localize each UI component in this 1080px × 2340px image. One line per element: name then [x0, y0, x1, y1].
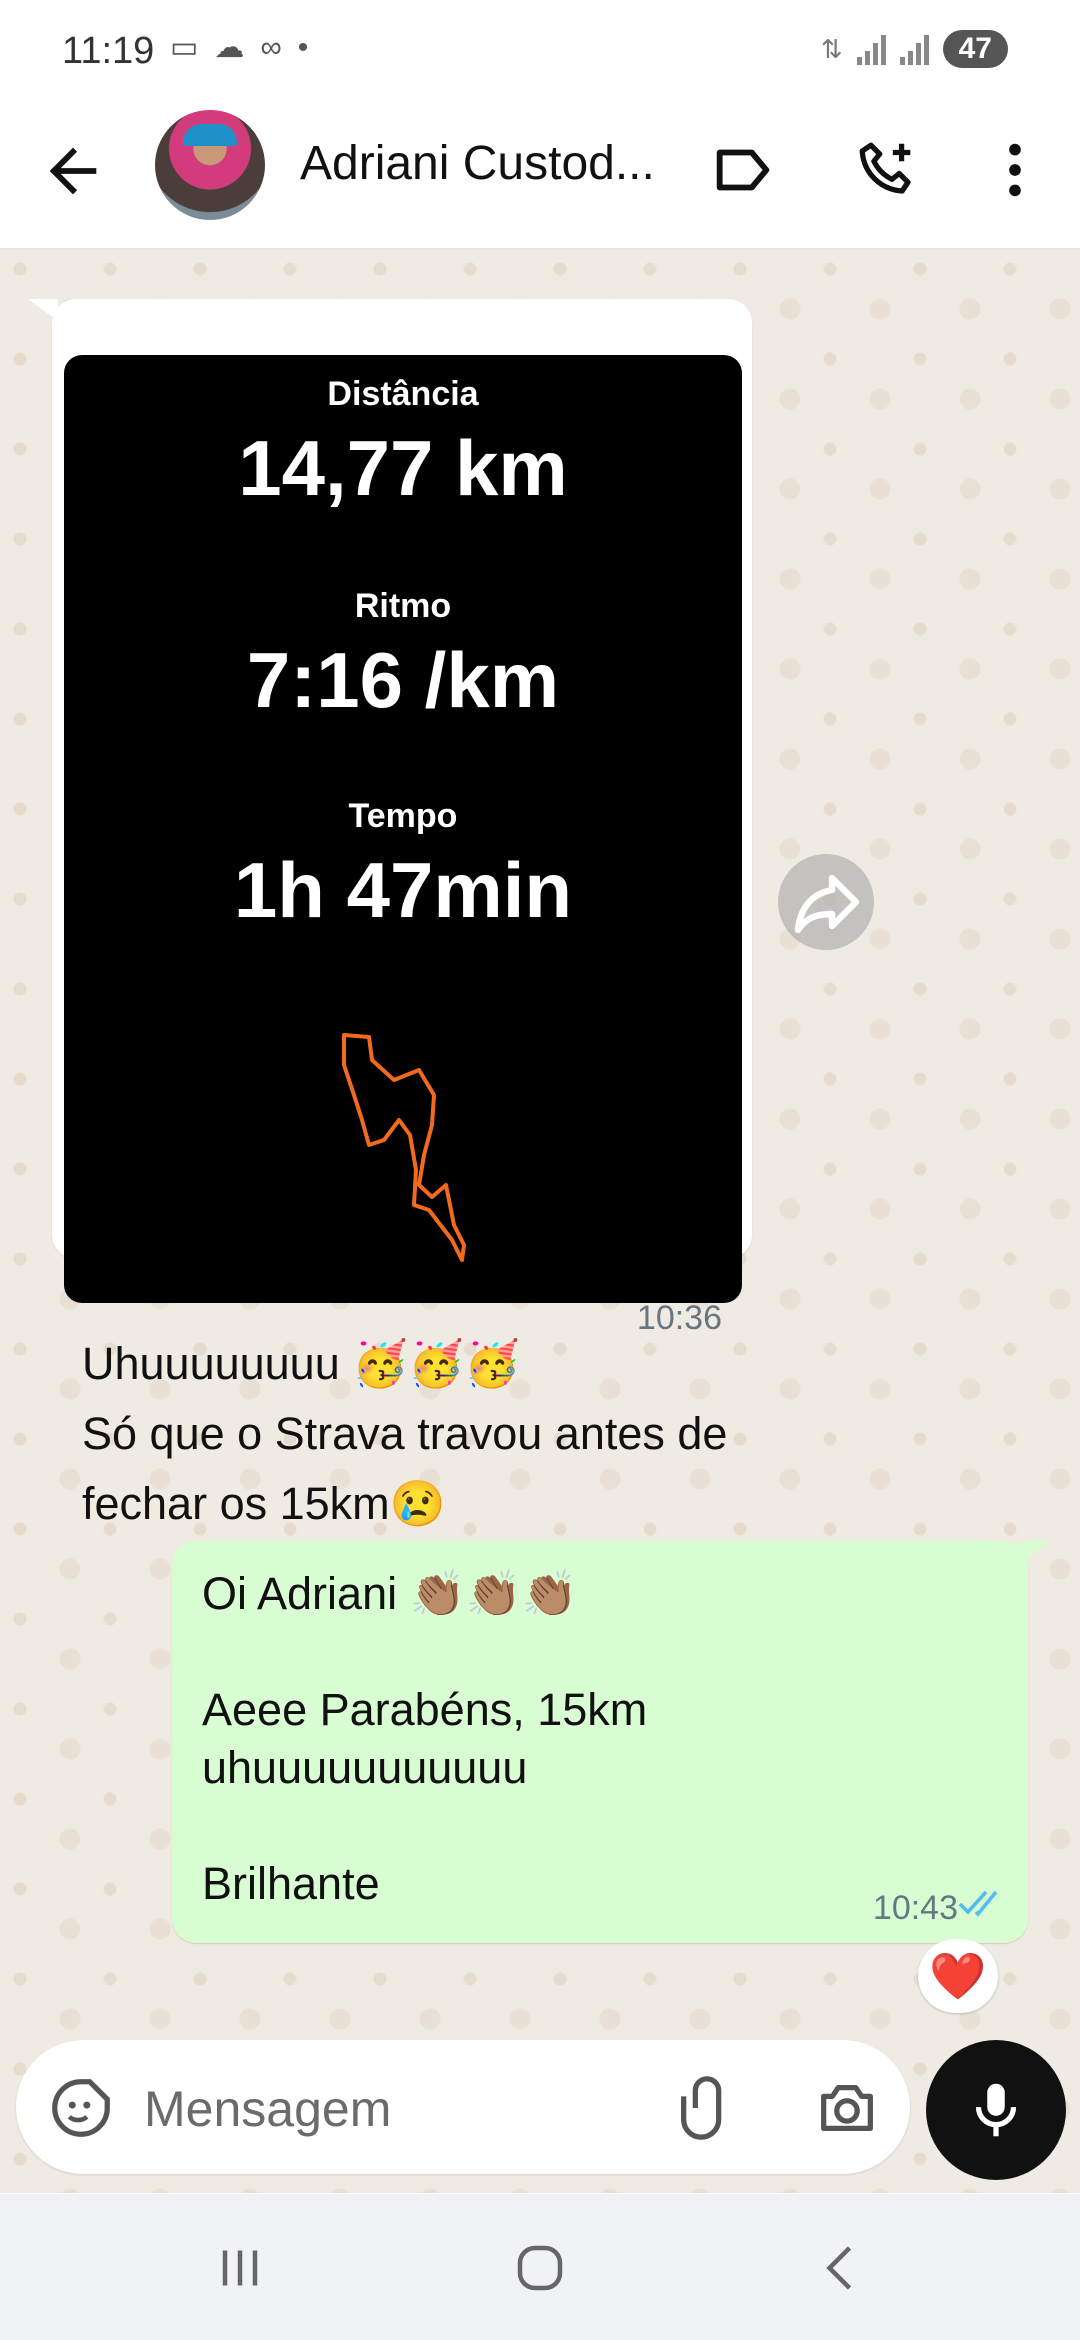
home-icon[interactable]: [510, 2238, 570, 2298]
pace-label: Ritmo: [354, 587, 452, 625]
caption-line-1: Uhuuuuuuuu 🥳🥳🥳: [82, 1338, 521, 1389]
activity-image[interactable]: Distância 14,77 km Ritmo 7:16 /km Tempo …: [64, 355, 742, 1303]
notification-icons: ▭ ☁ ∞ •: [170, 30, 308, 65]
avatar-cap: [183, 124, 237, 146]
outgoing-text: Oi Adriani 👏🏽👏🏽👏🏽 Aeee Parabéns, 15km uh…: [202, 1565, 962, 1913]
forward-icon: [794, 874, 860, 934]
caption-line-2: Só que o Strava travou antes de fechar o…: [82, 1408, 728, 1529]
time-value: 1h 47min: [233, 846, 573, 934]
data-arrows-icon: ⇅: [820, 33, 843, 64]
outgoing-line-3: Brilhante: [202, 1858, 380, 1909]
cloud-icon: ☁: [214, 31, 245, 64]
system-nav-bar: [0, 2194, 1080, 2340]
status-bar: 11:19 ▭ ☁ ∞ • ⇅ 47: [0, 0, 1080, 104]
add-call-icon[interactable]: [852, 135, 922, 205]
signal-icon: [856, 33, 886, 65]
outgoing-line-1: Oi Adriani 👏🏽👏🏽👏🏽: [202, 1568, 578, 1619]
back-arrow-icon[interactable]: [38, 136, 108, 206]
read-receipt-icon: [958, 1890, 998, 1917]
contact-name[interactable]: Adriani Custod...: [300, 136, 655, 191]
time-label: Tempo: [348, 797, 458, 835]
outgoing-message[interactable]: Oi Adriani 👏🏽👏🏽👏🏽 Aeee Parabéns, 15km uh…: [172, 1541, 1028, 1943]
incoming-timestamp: 10:36: [636, 1299, 722, 1337]
label-tag-icon[interactable]: [708, 135, 778, 205]
notification-dot: •: [297, 30, 309, 64]
outgoing-line-2: Aeee Parabéns, 15km uhuuuuuuuuuuu: [202, 1684, 648, 1793]
message-input[interactable]: Mensagem: [144, 2080, 391, 2138]
attach-icon[interactable]: [672, 2073, 742, 2143]
card-icon: ▭: [170, 31, 199, 64]
route-map-icon: [342, 1033, 466, 1262]
heart-reaction[interactable]: ❤️: [918, 1939, 998, 2013]
recent-apps-icon[interactable]: [210, 2238, 270, 2298]
outgoing-timestamp: 10:43: [872, 1889, 958, 1927]
distance-value: 14,77 km: [238, 424, 568, 512]
sticker-icon[interactable]: [46, 2073, 116, 2143]
voicemail-icon: ∞: [260, 30, 282, 64]
mic-button[interactable]: [926, 2040, 1066, 2180]
signal-icon-2: [899, 33, 929, 65]
pace-value: 7:16 /km: [246, 636, 560, 724]
avatar[interactable]: [155, 110, 265, 220]
chat-area[interactable]: Distância 14,77 km Ritmo 7:16 /km Tempo …: [0, 249, 1080, 2193]
camera-icon[interactable]: [812, 2073, 882, 2143]
battery-badge: 47: [942, 30, 1008, 68]
incoming-message[interactable]: Distância 14,77 km Ritmo 7:16 /km Tempo …: [52, 299, 752, 1529]
status-right: ⇅ 47: [821, 30, 1008, 68]
message-composer[interactable]: Mensagem: [16, 2040, 910, 2174]
status-time: 11:19: [62, 30, 155, 72]
incoming-caption: Uhuuuuuuuu 🥳🥳🥳 Só que o Strava travou an…: [82, 1329, 732, 1539]
mic-icon: [975, 2083, 1017, 2137]
more-vert-icon[interactable]: [980, 135, 1050, 205]
back-nav-icon[interactable]: [812, 2238, 872, 2298]
distance-label: Distância: [327, 375, 479, 413]
forward-button[interactable]: [778, 854, 874, 950]
